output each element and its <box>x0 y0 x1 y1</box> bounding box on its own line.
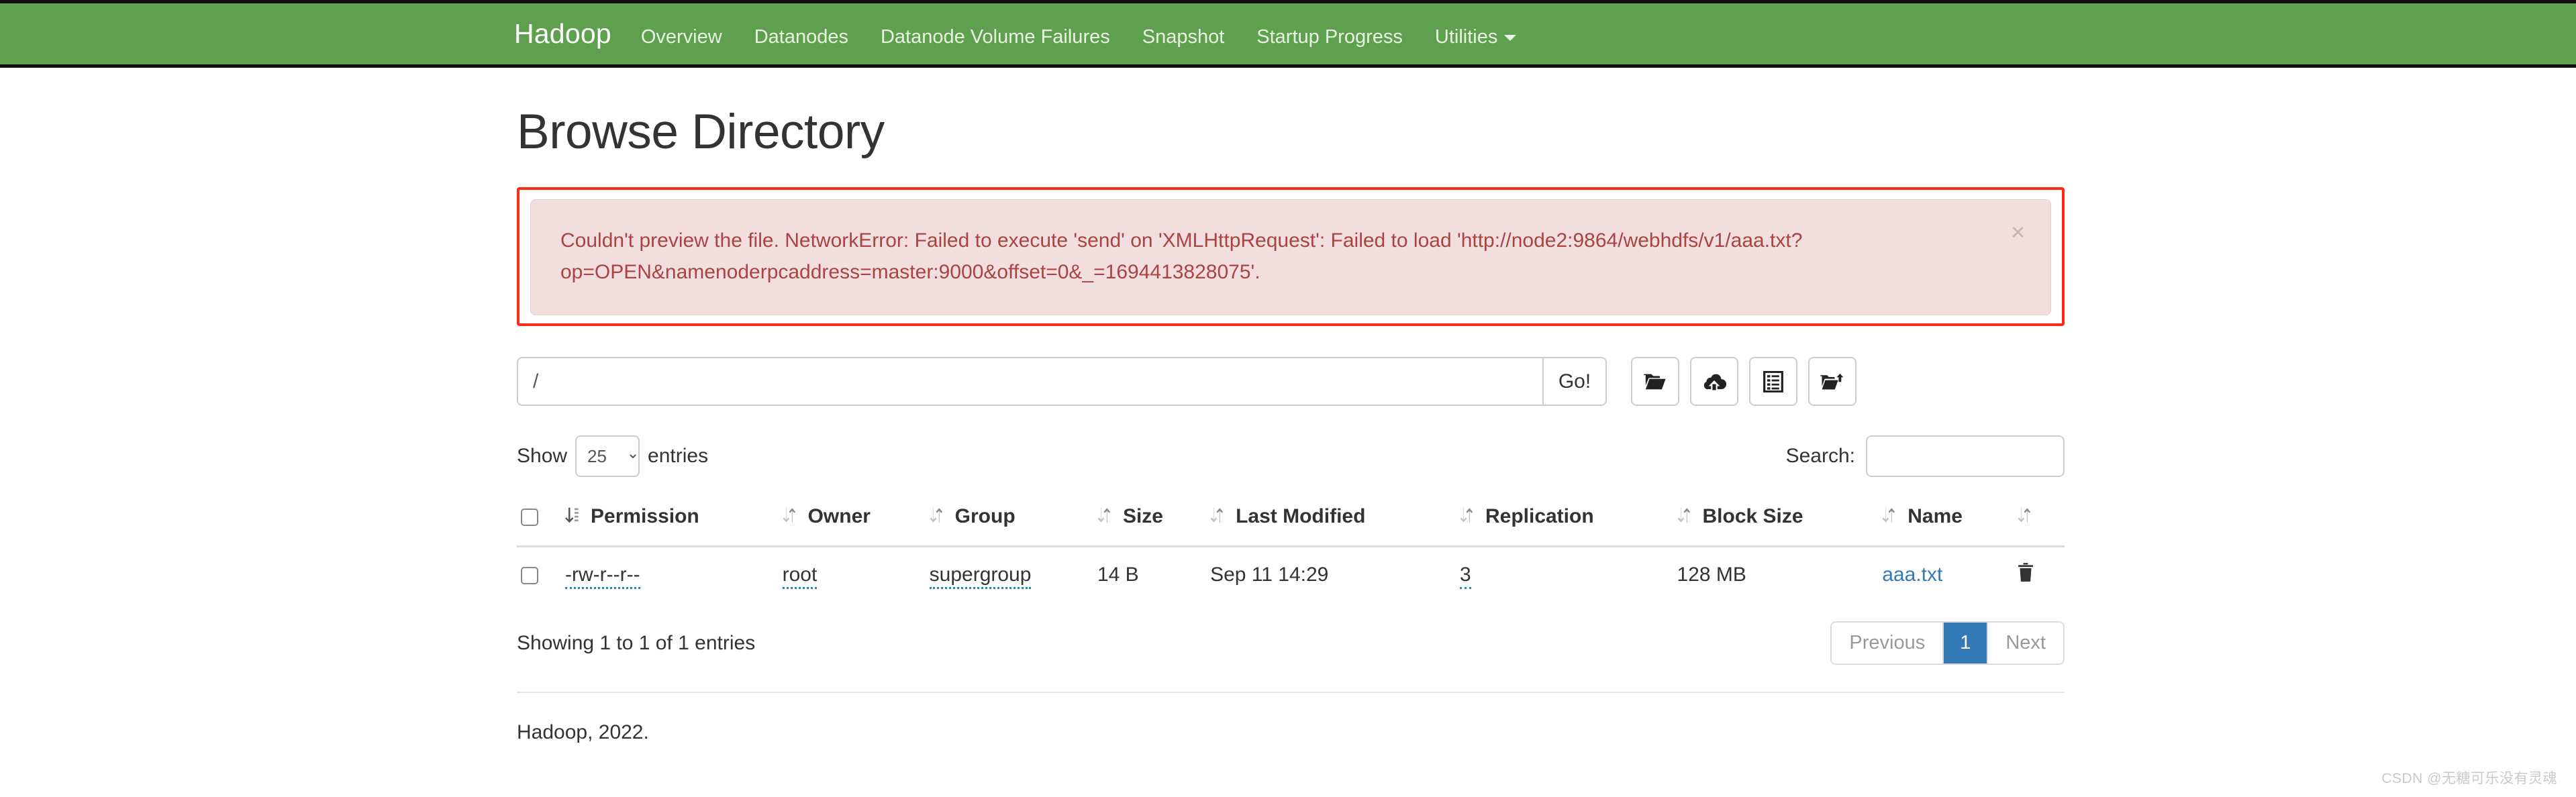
col-last-modified-label: Last Modified <box>1236 505 1365 527</box>
col-name-label: Name <box>1908 505 1963 527</box>
table-header-row: Permission Owner <box>517 496 2065 547</box>
sort-both-icon <box>1097 507 1112 529</box>
cell-replication: 3 <box>1456 547 1673 604</box>
col-owner[interactable]: Owner <box>779 496 926 547</box>
col-block-size[interactable]: Block Size <box>1673 496 1879 547</box>
nav-dropdown-utilities-label: Utilities <box>1435 26 1497 48</box>
brand-link[interactable]: Hadoop <box>514 18 611 50</box>
cell-name: aaa.txt <box>1878 547 2013 604</box>
replication-value[interactable]: 3 <box>1460 564 1471 589</box>
entries-label: entries <box>648 445 708 468</box>
search-input[interactable] <box>1866 435 2065 477</box>
path-toolbar: Go! <box>517 357 2065 406</box>
table-info: Showing 1 to 1 of 1 entries <box>517 632 755 655</box>
upload-files-button[interactable] <box>1690 357 1738 406</box>
cell-actions <box>2014 547 2065 604</box>
col-owner-label: Owner <box>808 505 871 527</box>
alert-highlight-box: Couldn't preview the file. NetworkError:… <box>517 187 2065 326</box>
col-select-all <box>517 496 561 547</box>
site-footer: Hadoop, 2022. <box>517 693 2065 744</box>
sort-both-icon <box>930 507 944 529</box>
col-size-label: Size <box>1123 505 1163 527</box>
folder-open-icon <box>1644 372 1667 392</box>
navbar-items: Hadoop Overview Datanodes Datanode Volum… <box>514 18 1516 50</box>
col-permission-label: Permission <box>591 505 699 527</box>
page-length-control: Show 2550100 entries <box>517 435 708 477</box>
cell-block-size: 128 MB <box>1673 547 1879 604</box>
folder-upload-icon <box>1820 372 1844 392</box>
col-size[interactable]: Size <box>1093 496 1206 547</box>
sort-amount-asc-icon <box>565 507 580 529</box>
nav-link-datanodes[interactable]: Datanodes <box>754 26 848 48</box>
col-replication[interactable]: Replication <box>1456 496 1673 547</box>
nav-link-datanode-volume-failures[interactable]: Datanode Volume Failures <box>881 26 1110 48</box>
delete-row-button[interactable] <box>2018 562 2034 582</box>
pagination: Previous 1 Next <box>1830 621 2065 665</box>
path-input[interactable] <box>517 357 1542 406</box>
col-block-size-label: Block Size <box>1703 505 1803 527</box>
show-label: Show <box>517 445 567 468</box>
permission-value[interactable]: -rw-r--r-- <box>565 564 640 589</box>
select-all-checkbox[interactable] <box>521 509 538 526</box>
pagination-previous[interactable]: Previous <box>1832 623 1942 663</box>
col-group[interactable]: Group <box>926 496 1093 547</box>
nav-dropdown-utilities[interactable]: Utilities <box>1435 26 1516 48</box>
sort-both-icon <box>1210 507 1225 529</box>
top-navbar: Hadoop Overview Datanodes Datanode Volum… <box>0 0 2576 68</box>
row-select-cell <box>517 547 561 604</box>
cell-last-modified: Sep 11 14:29 <box>1206 547 1456 604</box>
owner-value[interactable]: root <box>783 564 818 589</box>
directory-table-head: Permission Owner <box>517 496 2065 547</box>
sort-both-icon <box>1460 507 1475 529</box>
csdn-watermark: CSDN @无糖可乐没有灵魂 <box>2381 767 2557 788</box>
cell-owner: root <box>779 547 926 604</box>
col-actions[interactable] <box>2014 496 2065 547</box>
table-search-control: Search: <box>1786 435 2065 477</box>
nav-link-overview[interactable]: Overview <box>641 26 722 48</box>
clipboard-list-icon <box>1763 371 1783 392</box>
error-alert: Couldn't preview the file. NetworkError:… <box>530 199 2051 315</box>
nav-link-startup-progress[interactable]: Startup Progress <box>1256 26 1403 48</box>
cell-permission: -rw-r--r-- <box>561 547 779 604</box>
col-permission[interactable]: Permission <box>561 496 779 547</box>
paste-button[interactable] <box>1808 357 1856 406</box>
sort-both-icon <box>783 507 797 529</box>
cloud-upload-icon <box>1702 372 1726 392</box>
col-last-modified[interactable]: Last Modified <box>1206 496 1456 547</box>
col-group-label: Group <box>955 505 1015 527</box>
close-icon[interactable]: × <box>2011 220 2025 244</box>
sort-both-icon <box>2018 507 2032 529</box>
go-button[interactable]: Go! <box>1542 357 1607 406</box>
pagination-next[interactable]: Next <box>1988 623 2063 663</box>
cut-paste-buffer-button[interactable] <box>1749 357 1797 406</box>
pagination-page-1[interactable]: 1 <box>1942 623 1988 663</box>
datatable-controls: Show 2550100 entries Search: <box>517 435 2065 477</box>
page-title: Browse Directory <box>517 105 2065 159</box>
group-value[interactable]: supergroup <box>930 564 1032 589</box>
col-name[interactable]: Name <box>1878 496 2013 547</box>
path-tool-buttons <box>1631 357 1856 406</box>
nav-link-snapshot[interactable]: Snapshot <box>1142 26 1225 48</box>
row-checkbox[interactable] <box>521 567 538 584</box>
datatable-footer: Showing 1 to 1 of 1 entries Previous 1 N… <box>517 621 2065 693</box>
cell-group: supergroup <box>926 547 1093 604</box>
create-directory-button[interactable] <box>1631 357 1679 406</box>
directory-table: Permission Owner <box>517 496 2065 604</box>
error-alert-message: Couldn't preview the file. NetworkError:… <box>560 225 1916 288</box>
directory-table-body: -rw-r--r-- root supergroup 14 B Sep 11 1… <box>517 547 2065 604</box>
col-replication-label: Replication <box>1485 505 1594 527</box>
sort-both-icon <box>1677 507 1692 529</box>
chevron-down-icon <box>1504 35 1516 41</box>
cell-size: 14 B <box>1093 547 1206 604</box>
main-container: Browse Directory Couldn't preview the fi… <box>517 68 2065 744</box>
page-length-select[interactable]: 2550100 <box>575 435 640 477</box>
search-label: Search: <box>1786 445 1855 468</box>
file-link[interactable]: aaa.txt <box>1882 564 1942 586</box>
path-input-group: Go! <box>517 357 1607 406</box>
trash-icon <box>2018 574 2034 584</box>
table-row: -rw-r--r-- root supergroup 14 B Sep 11 1… <box>517 547 2065 604</box>
sort-both-icon <box>1882 507 1897 529</box>
